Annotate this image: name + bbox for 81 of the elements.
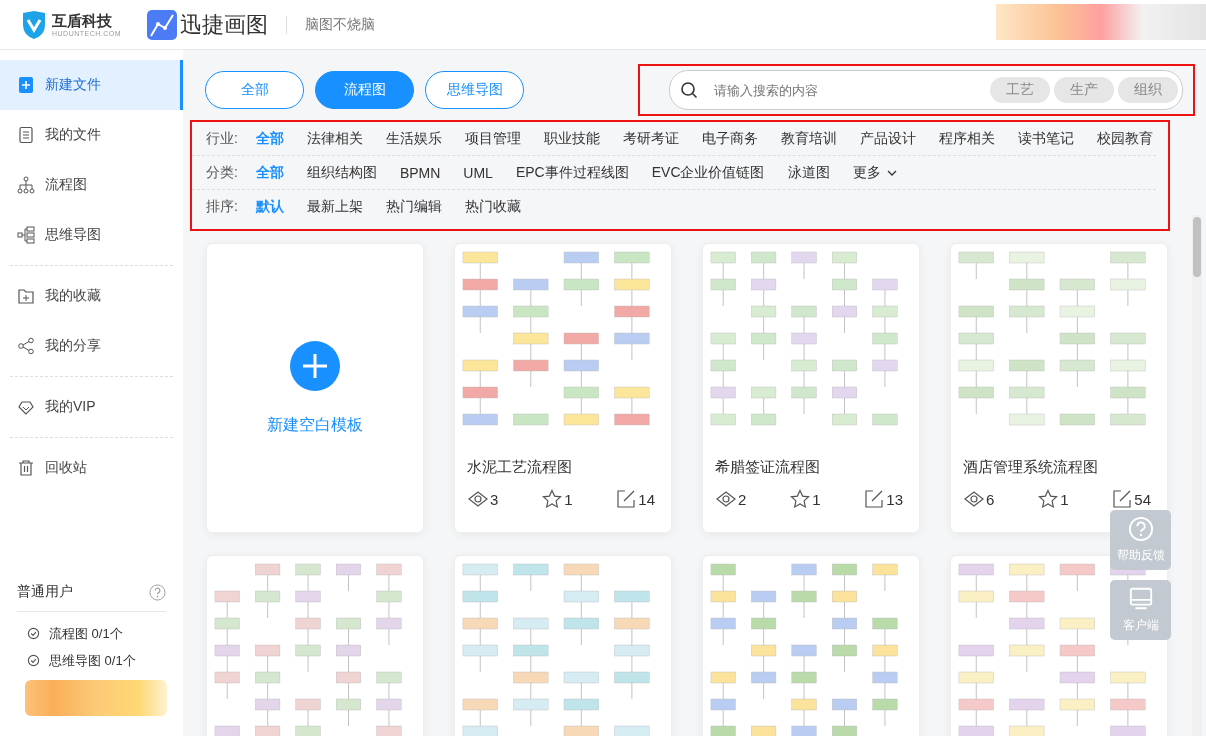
card-title: 水泥工艺流程图 (466, 457, 573, 477)
filter-option[interactable]: EPC事件过程线图 (515, 163, 629, 182)
document-icon (17, 126, 35, 144)
new-file-icon (17, 76, 35, 94)
filter-label: 分类: (206, 163, 238, 182)
slogan: 脑图不烧脑 (305, 15, 376, 34)
template-card[interactable]: 酒店管理系统流程图 6 1 54 (950, 243, 1168, 533)
filter-option[interactable]: 组织结构图 (306, 163, 377, 182)
star-icon (790, 489, 811, 509)
edit-icon (1112, 489, 1133, 509)
eye-icon (716, 489, 736, 509)
filter-option[interactable]: 考研考证 (622, 129, 679, 148)
company-name: 互盾科技 (52, 12, 113, 28)
template-card[interactable]: 希腊签证流程图 2 1 13 (702, 243, 920, 533)
filter-option[interactable]: 热门编辑 (385, 197, 442, 216)
share-icon (17, 337, 35, 355)
new-template-label: 新建空白模板 (267, 414, 363, 435)
filter-option[interactable]: 最新上架 (306, 197, 363, 216)
scrollbar[interactable] (1192, 215, 1202, 736)
shield-logo-icon (20, 9, 48, 40)
quota-text: 思维导图 0/1个 (49, 651, 136, 670)
view-count: 6 (986, 490, 995, 508)
edit-icon (864, 489, 885, 509)
caret-icon (886, 169, 897, 176)
sidebar-item[interactable]: 思维导图 (0, 210, 183, 260)
card-title: 希腊签证流程图 (714, 457, 821, 477)
filter-option[interactable]: 教育培训 (780, 129, 837, 148)
plus-icon (290, 340, 340, 391)
edit-icon (616, 489, 637, 509)
chart-logo-icon (147, 9, 178, 40)
filter-option[interactable]: 程序相关 (938, 129, 995, 148)
filter-option[interactable]: 泳道图 (787, 163, 830, 182)
template-card[interactable]: 水泥工艺流程图 3 1 14 (454, 243, 672, 533)
sidebar-item[interactable]: 我的收藏 (0, 271, 183, 321)
trash-icon (17, 459, 35, 477)
card-title: 酒店管理系统流程图 (962, 457, 1099, 477)
folder-plus-icon (17, 287, 35, 305)
filter-option[interactable]: 校园教育 (1096, 129, 1153, 148)
filter-option[interactable]: 生活娱乐 (385, 129, 442, 148)
filter-option[interactable]: BPMN (399, 164, 441, 181)
edit-count: 14 (638, 490, 655, 508)
sidebar-item[interactable]: 我的文件 (0, 110, 183, 160)
eye-icon (468, 489, 488, 509)
filter-option[interactable]: UML (463, 164, 493, 181)
filter-option[interactable]: EVC企业价值链图 (651, 163, 765, 182)
view-count: 2 (738, 490, 747, 508)
filter-label: 排序: (206, 197, 238, 216)
check-circle-icon (27, 627, 40, 640)
star-count: 1 (564, 490, 573, 508)
filter-option[interactable]: 热门收藏 (464, 197, 521, 216)
sidebar-item[interactable]: 回收站 (0, 443, 183, 493)
filter-option[interactable]: 职业技能 (543, 129, 600, 148)
view-count: 3 (490, 490, 499, 508)
sidebar-item[interactable]: 新建文件 (0, 60, 183, 110)
user-level: 普通用户 (17, 583, 73, 601)
filter-option[interactable]: 法律相关 (306, 129, 363, 148)
edit-count: 54 (1134, 490, 1151, 508)
sidebar-item[interactable]: 我的VIP (0, 382, 183, 432)
star-count: 1 (1060, 490, 1069, 508)
filter-option[interactable]: 项目管理 (464, 129, 521, 148)
filter-option[interactable]: 读书笔记 (1017, 129, 1074, 148)
star-count: 1 (812, 490, 821, 508)
app-name: 迅捷画图 (180, 10, 269, 39)
filter-label: 行业: (206, 129, 238, 148)
more-dropdown[interactable]: 更多 (852, 163, 897, 182)
eye-icon (964, 489, 984, 509)
sidebar-item[interactable]: 我的分享 (0, 321, 183, 371)
check-circle-icon (27, 654, 40, 667)
search-icon (680, 81, 698, 99)
star-icon (1038, 489, 1059, 509)
mind-map-icon (17, 226, 35, 244)
hierarchy-icon (17, 176, 35, 194)
help-icon[interactable] (149, 583, 166, 601)
sidebar-item[interactable]: 流程图 (0, 160, 183, 210)
filter-option[interactable]: 电子商务 (701, 129, 758, 148)
filter-option[interactable]: 产品设计 (859, 129, 916, 148)
edit-count: 13 (886, 490, 903, 508)
star-icon (542, 489, 563, 509)
help-icon (1127, 516, 1154, 542)
quota-text: 流程图 0/1个 (49, 624, 123, 643)
monitor-icon (1127, 586, 1154, 612)
